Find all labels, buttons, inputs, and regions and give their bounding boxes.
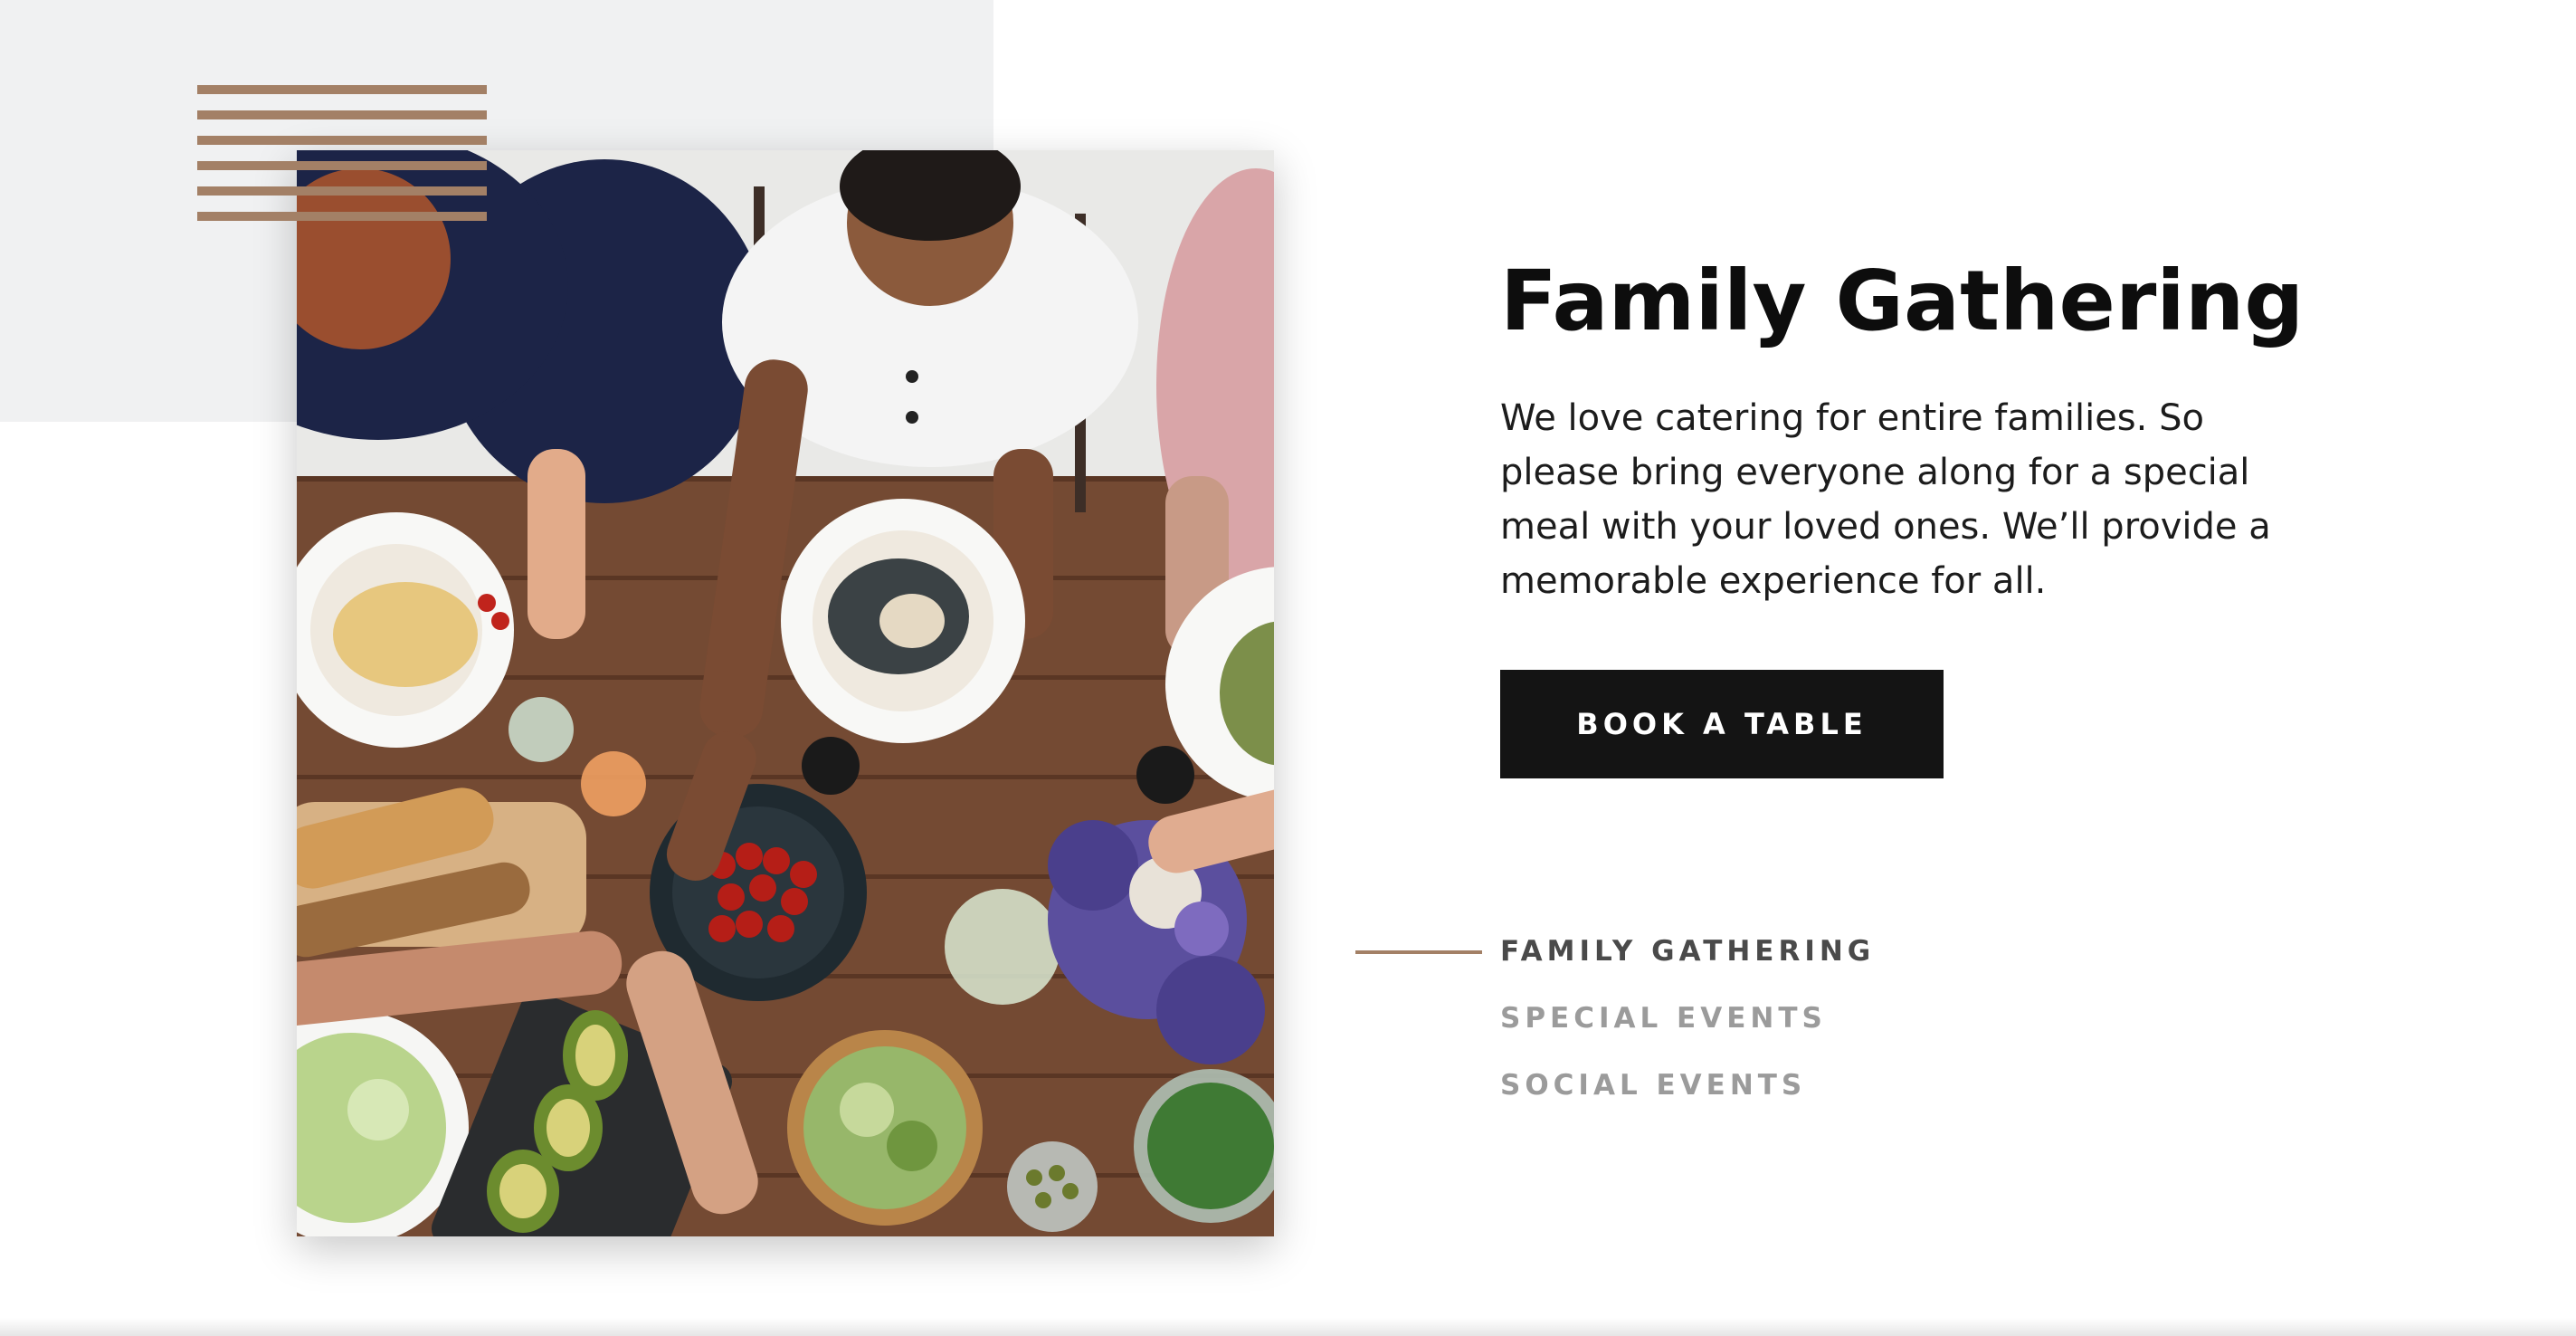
olive-dish	[1007, 1141, 1098, 1232]
salad-bowl-center	[787, 1030, 983, 1226]
pasta-plate-center	[781, 499, 1025, 743]
section-description: We love catering for entire families. So…	[1500, 397, 2271, 602]
active-tab-indicator	[1355, 950, 1482, 954]
family-dinner-photo	[297, 150, 1274, 1236]
book-a-table-button[interactable]: BOOK A TABLE	[1500, 670, 1944, 778]
section-bottom-shadow	[0, 1318, 2576, 1336]
section-title: Family Gathering	[1500, 253, 2305, 349]
tab-family-gathering[interactable]: FAMILY GATHERING	[1500, 929, 1875, 996]
bread-board	[297, 787, 586, 958]
decorative-stripes	[197, 85, 487, 223]
event-tabs: FAMILY GATHERING SPECIAL EVENTS SOCIAL E…	[1500, 929, 1875, 1130]
tab-social-events[interactable]: SOCIAL EVENTS	[1500, 1063, 1875, 1130]
tab-special-events[interactable]: SPECIAL EVENTS	[1500, 996, 1875, 1063]
